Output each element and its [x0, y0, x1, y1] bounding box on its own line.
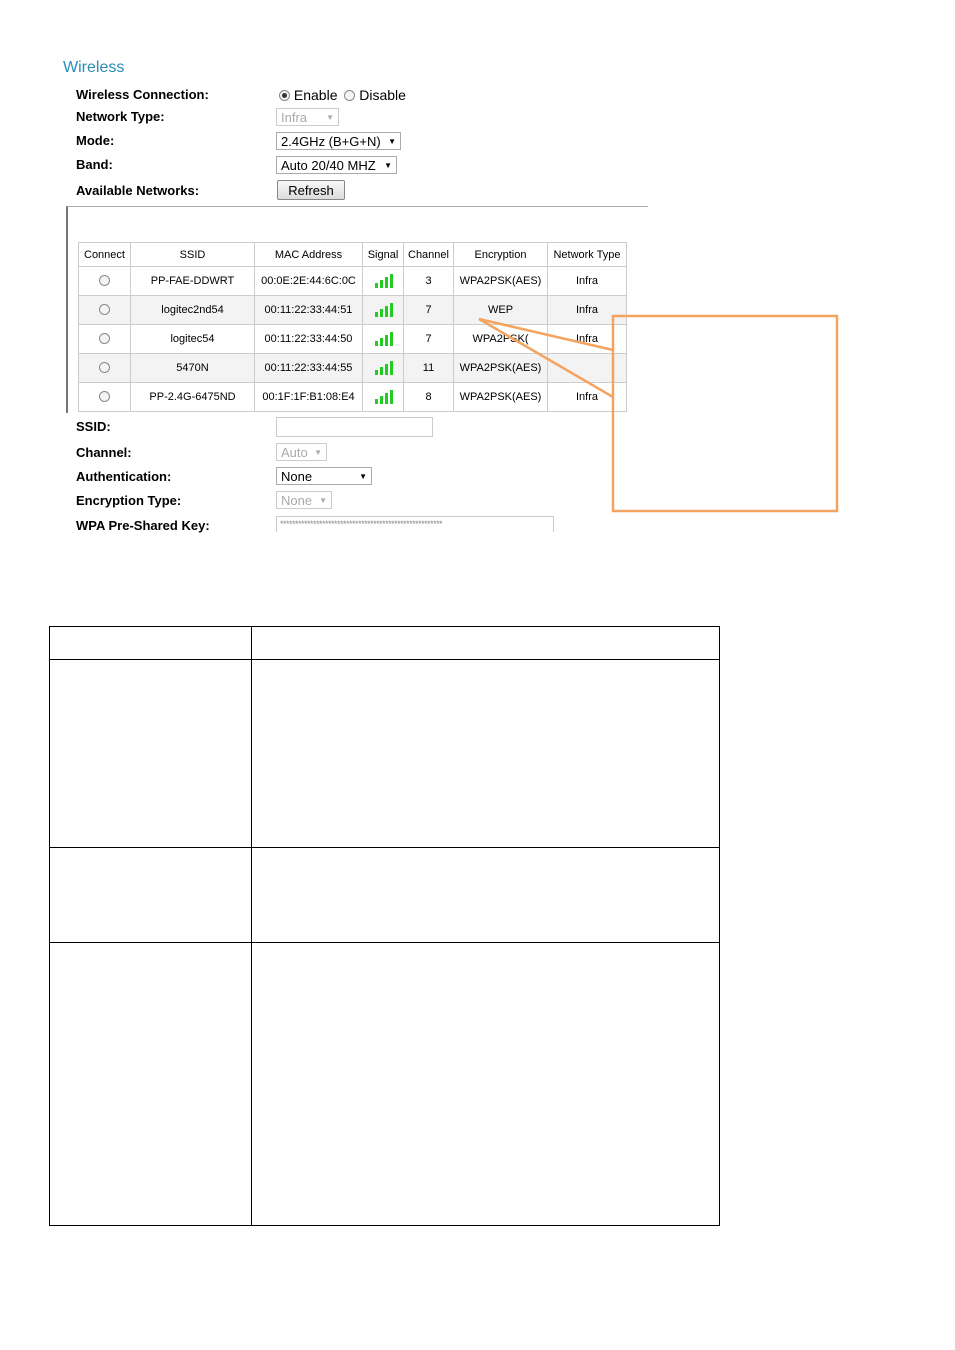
callout-overlay [478, 314, 839, 513]
table-column-divider [251, 627, 252, 1225]
table-row-divider [50, 847, 719, 848]
table-row-divider [50, 659, 719, 660]
table-row-divider [50, 942, 719, 943]
description-table [49, 626, 720, 1226]
callout-box [611, 314, 839, 513]
callout-pointer [478, 317, 614, 399]
